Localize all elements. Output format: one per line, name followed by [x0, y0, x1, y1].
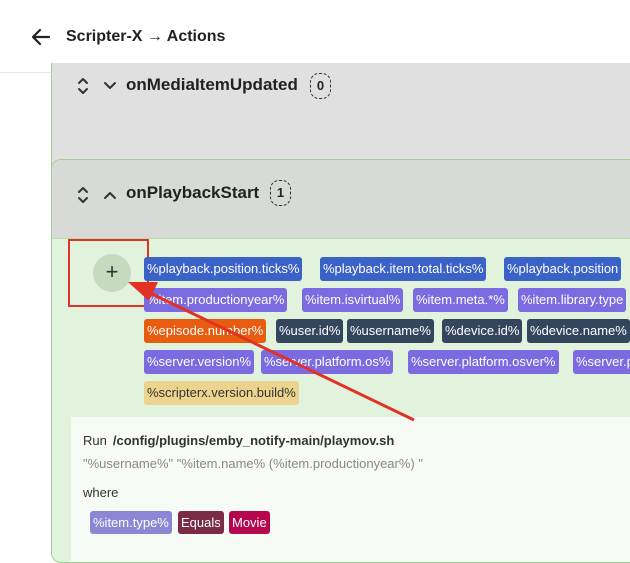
variable-tag[interactable]: %device.id%: [442, 319, 523, 343]
event-card-header[interactable]: onPlaybackStart 1: [52, 160, 630, 239]
action-count-badge: 0: [310, 73, 331, 99]
condition-operator: Equals: [178, 511, 224, 534]
run-command: Run/config/plugins/emby_notify-main/play…: [83, 433, 394, 448]
event-title: onMediaItemUpdated: [126, 75, 298, 94]
back-arrow-icon[interactable]: [30, 26, 52, 48]
variable-tag[interactable]: %username%: [347, 319, 434, 343]
event-title: onPlaybackStart: [126, 183, 260, 202]
variable-tag[interactable]: %item.library.type: [518, 288, 627, 312]
variable-tag[interactable]: %item.meta.*%: [413, 288, 508, 312]
chevron-up-icon[interactable]: [103, 188, 117, 202]
page-title: Scripter-X → Actions: [66, 28, 226, 45]
event-card-playback-start: onPlaybackStart 1 + %playback.position.t…: [51, 159, 630, 563]
where-label: where: [83, 485, 119, 500]
condition-variable: %item.type%: [90, 511, 172, 534]
variable-tag[interactable]: %item.productionyear%: [144, 288, 288, 312]
drag-sort-icon[interactable]: [76, 74, 90, 98]
drag-sort-icon[interactable]: [76, 183, 90, 207]
variable-tag[interactable]: %scripterx.version.build%: [144, 381, 299, 405]
event-card-header[interactable]: onMediaItemUpdated 0: [52, 63, 630, 141]
variable-tag[interactable]: %episode.number%: [144, 319, 267, 343]
variable-tag[interactable]: %server.platform.os%: [261, 350, 394, 374]
variable-tag[interactable]: %server.version%: [144, 350, 255, 374]
script-path: /config/plugins/emby_notify-main/playmov…: [112, 433, 395, 448]
variable-tag[interactable]: %playback.position.ticks%: [144, 257, 303, 281]
run-label: Run: [83, 433, 107, 448]
variable-tag[interactable]: %user.id%: [276, 319, 344, 343]
variable-tag[interactable]: %playback.position: [504, 257, 622, 281]
action-count-badge: 1: [270, 180, 291, 206]
variable-tag[interactable]: %item.isvirtual%: [302, 288, 404, 312]
highlight-annotation-box: [68, 239, 149, 307]
variable-tag[interactable]: %server.p: [573, 350, 630, 374]
variable-tag[interactable]: %device.name%: [527, 319, 630, 343]
condition-value: Movie: [229, 511, 270, 534]
script-arguments: "%username%" "%item.name% (%item.product…: [83, 456, 423, 471]
variable-tag[interactable]: %playback.item.total.ticks%: [320, 257, 487, 281]
actions-list: onMediaItemUpdated 0 onPlaybackStart 1 +…: [0, 63, 630, 563]
action-item[interactable]: Run/config/plugins/emby_notify-main/play…: [71, 417, 630, 562]
chevron-down-icon[interactable]: [103, 79, 117, 93]
variable-tag[interactable]: %server.platform.osver%: [408, 350, 559, 374]
